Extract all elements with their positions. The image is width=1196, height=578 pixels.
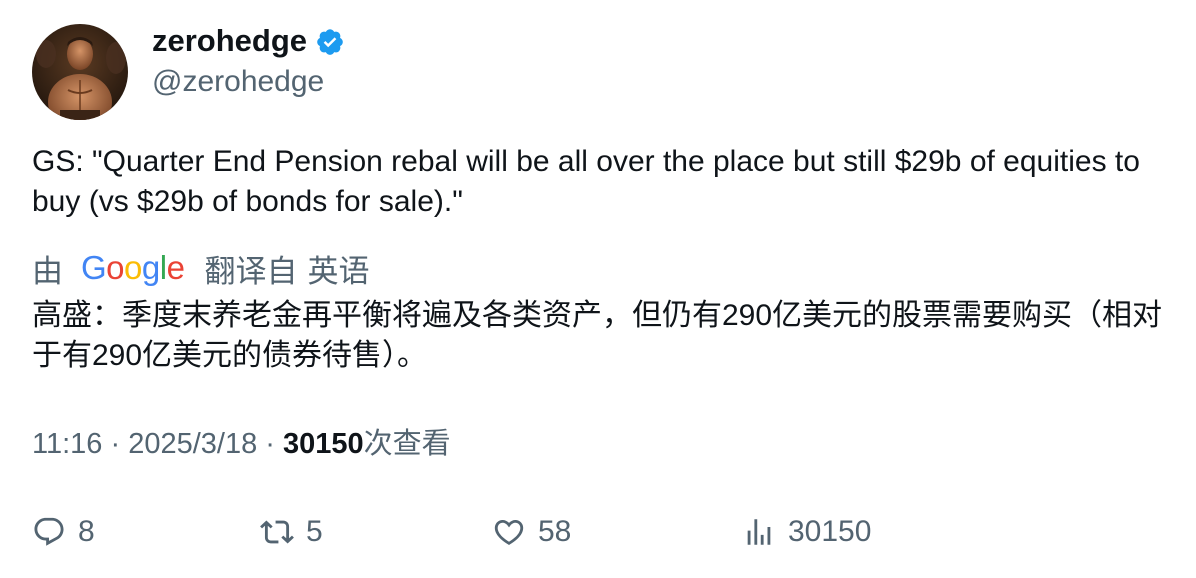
views-action-count: 30150	[788, 515, 872, 548]
display-name[interactable]: zerohedge	[152, 20, 307, 62]
reply-icon	[34, 517, 64, 546]
meta-separator: ·	[110, 428, 129, 460]
tweet-time[interactable]: 11:16	[32, 428, 102, 460]
retweet-button[interactable]: 5	[260, 510, 323, 554]
meta-separator: ·	[265, 428, 283, 460]
action-bar: 8 5 58 30150	[32, 510, 1132, 554]
heart-icon	[494, 519, 524, 545]
like-count: 58	[538, 515, 572, 548]
author-handle[interactable]: @zerohedge	[152, 62, 324, 102]
avatar-image	[32, 24, 128, 120]
views-chart-icon	[747, 519, 771, 545]
tweet-text: GS: "Quarter End Pension rebal will be a…	[32, 145, 1140, 218]
verified-badge-icon[interactable]	[315, 26, 345, 56]
reply-count: 8	[78, 515, 95, 548]
retweet-icon	[260, 520, 294, 544]
translated-text: 高盛：季度末养老金再平衡将遍及各类资产，但仍有290亿美元的股票需要购买（相对于…	[32, 299, 1163, 372]
google-logo[interactable]: Google	[81, 249, 185, 287]
translation-prefix: 由	[32, 253, 63, 289]
like-button[interactable]: 58	[492, 510, 571, 554]
author-name-row[interactable]: zerohedge	[152, 20, 345, 62]
tweet-meta: 11:16 · 2025/3/18 · 30150次查看	[32, 424, 451, 464]
reply-button[interactable]: 8	[32, 510, 95, 554]
avatar[interactable]	[32, 24, 128, 120]
views-button[interactable]: 30150	[742, 510, 871, 554]
translation-attribution: 由 Google 翻译自 英语	[32, 248, 370, 289]
translation-suffix: 翻译自	[204, 253, 298, 289]
tweet-date[interactable]: 2025/3/18	[128, 428, 257, 460]
retweet-count: 5	[306, 515, 323, 548]
translation-source-lang: 英语	[307, 253, 370, 289]
views-label: 次查看	[363, 428, 451, 460]
views-count: 30150	[283, 428, 364, 460]
